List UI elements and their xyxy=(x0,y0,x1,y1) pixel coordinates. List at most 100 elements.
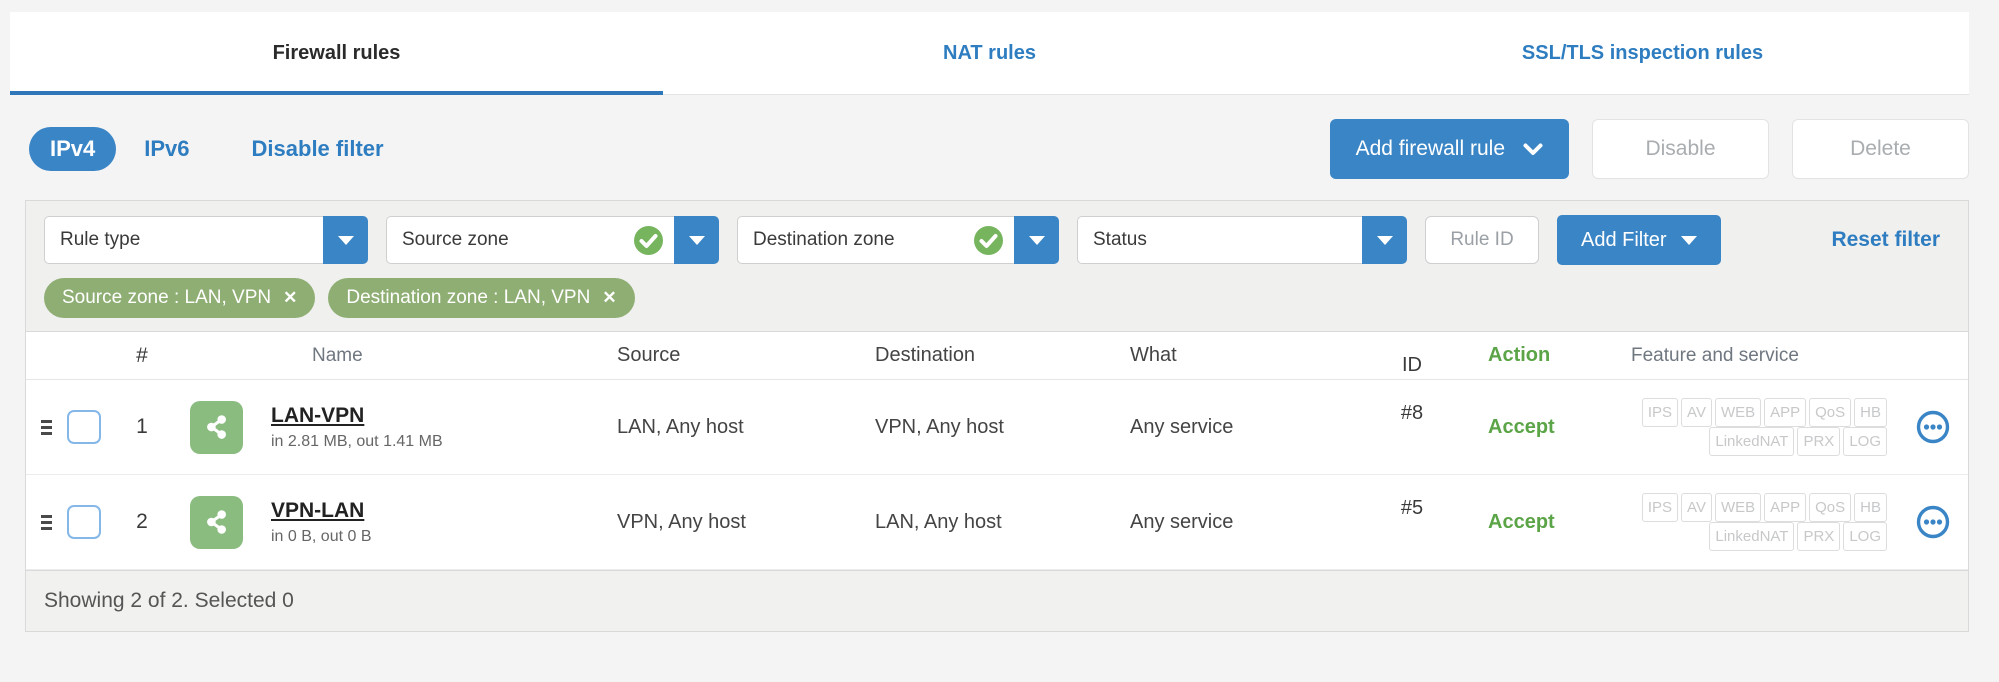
cell-action: Accept xyxy=(1488,510,1555,533)
remove-chip-icon[interactable]: ✕ xyxy=(602,288,616,308)
rule-type-field[interactable]: Rule type xyxy=(44,216,323,264)
check-circle-icon xyxy=(973,225,1004,256)
source-zone-dropdown[interactable]: Source zone xyxy=(386,216,719,264)
tab-ssl-tls-inspection-rules[interactable]: SSL/TLS inspection rules xyxy=(1316,12,1969,94)
cell-what: Any service xyxy=(1130,415,1234,438)
rule-traffic-stats: in 2.81 MB, out 1.41 MB xyxy=(271,432,443,450)
badge-log: LOG xyxy=(1843,522,1887,551)
cell-source: VPN, Any host xyxy=(617,510,746,533)
drag-handle-icon[interactable] xyxy=(26,514,56,530)
badge-log: LOG xyxy=(1843,427,1887,456)
header-num: # xyxy=(136,343,148,367)
badge-qos: QoS xyxy=(1809,398,1852,427)
source-zone-dropdown-button[interactable] xyxy=(674,216,719,264)
tab-firewall-rules[interactable]: Firewall rules xyxy=(10,12,663,95)
chevron-down-icon xyxy=(688,235,705,245)
badge-hb: HB xyxy=(1854,398,1887,427)
destination-zone-field[interactable]: Destination zone xyxy=(737,216,1014,264)
header-what: What xyxy=(1130,344,1177,366)
reset-filter-link[interactable]: Reset filter xyxy=(1831,228,1940,252)
row-checkbox[interactable] xyxy=(67,505,101,539)
share-network-icon[interactable] xyxy=(190,495,243,549)
table-footer: Showing 2 of 2. Selected 0 xyxy=(26,570,1968,631)
rule-tabs: Firewall rules NAT rules SSL/TLS inspect… xyxy=(10,12,1969,95)
badge-av: AV xyxy=(1681,398,1712,427)
chevron-down-icon xyxy=(1523,143,1543,156)
chevron-down-icon xyxy=(1028,235,1045,245)
chip-source-zone[interactable]: Source zone : LAN, VPN ✕ xyxy=(44,278,316,318)
rule-type-dropdown[interactable]: Rule type xyxy=(44,216,368,264)
cell-source: LAN, Any host xyxy=(617,415,744,438)
badge-av: AV xyxy=(1681,493,1712,522)
add-filter-button[interactable]: Add Filter xyxy=(1557,215,1721,265)
status-dropdown[interactable]: Status xyxy=(1077,216,1407,264)
badge-app: APP xyxy=(1764,398,1807,427)
cell-rule-id: #8 xyxy=(1400,402,1424,424)
badge-linkednat: LinkedNAT xyxy=(1709,427,1795,456)
row-menu-ellipsis-icon[interactable] xyxy=(1916,505,1950,539)
header-id: ID xyxy=(1402,354,1422,376)
chevron-down-icon xyxy=(1680,235,1697,245)
filter-area: Rule type Source zone Destination zone S… xyxy=(26,201,1968,332)
filter-row: Rule type Source zone Destination zone S… xyxy=(44,215,1950,265)
badge-app: APP xyxy=(1764,493,1807,522)
row-menu-ellipsis-icon[interactable] xyxy=(1916,410,1950,444)
active-filter-chips: Source zone : LAN, VPN ✕ Destination zon… xyxy=(44,278,1950,318)
badge-ips: IPS xyxy=(1641,493,1679,522)
status-label: Status xyxy=(1093,229,1147,250)
cell-destination: VPN, Any host xyxy=(875,415,1004,438)
status-field[interactable]: Status xyxy=(1077,216,1362,264)
destination-zone-dropdown-button[interactable] xyxy=(1014,216,1059,264)
row-checkbox[interactable] xyxy=(67,410,101,444)
check-circle-icon xyxy=(633,225,664,256)
rule-name-link[interactable]: LAN-VPN xyxy=(271,404,364,428)
chevron-down-icon xyxy=(337,235,354,245)
source-zone-label: Source zone xyxy=(402,229,509,250)
chip-destination-zone[interactable]: Destination zone : LAN, VPN ✕ xyxy=(328,278,635,318)
rule-id-input[interactable] xyxy=(1425,216,1539,264)
share-network-icon[interactable] xyxy=(190,400,243,454)
rule-traffic-stats: in 0 B, out 0 B xyxy=(271,527,372,545)
row-number: 2 xyxy=(136,510,148,533)
rule-type-dropdown-button[interactable] xyxy=(323,216,368,264)
cell-what: Any service xyxy=(1130,510,1234,533)
header-destination: Destination xyxy=(875,344,976,366)
add-firewall-rule-label: Add firewall rule xyxy=(1355,137,1505,160)
add-firewall-rule-button[interactable]: Add firewall rule xyxy=(1329,119,1569,179)
badge-linkednat: LinkedNAT xyxy=(1709,522,1795,551)
rule-type-label: Rule type xyxy=(60,229,141,250)
tab-nat-rules[interactable]: NAT rules xyxy=(663,12,1316,94)
destination-zone-dropdown[interactable]: Destination zone xyxy=(737,216,1059,264)
ipv4-toggle[interactable]: IPv4 xyxy=(29,127,117,171)
disable-button[interactable]: Disable xyxy=(1592,119,1769,179)
ipv6-toggle[interactable]: IPv6 xyxy=(144,136,189,162)
add-filter-label: Add Filter xyxy=(1581,228,1667,251)
header-feature-and-service: Feature and service xyxy=(1631,344,1799,366)
results-summary: Showing 2 of 2. Selected 0 xyxy=(44,589,294,612)
source-zone-field[interactable]: Source zone xyxy=(386,216,674,264)
delete-button[interactable]: Delete xyxy=(1792,119,1969,179)
rule-name-link[interactable]: VPN-LAN xyxy=(271,499,364,523)
toolbar: IPv4 IPv6 Disable filter Add firewall ru… xyxy=(0,118,1999,180)
badge-web: WEB xyxy=(1714,493,1762,522)
table-header-row: # Name Source Destination What ID Action… xyxy=(26,332,1968,380)
cell-rule-id: #5 xyxy=(1400,497,1424,519)
disable-filter-link[interactable]: Disable filter xyxy=(252,136,384,162)
feature-badges: IPS AV WEB APP QoS HB LinkedNAT PRX LOG xyxy=(1597,493,1897,551)
badge-prx: PRX xyxy=(1797,427,1841,456)
badge-hb: HB xyxy=(1854,493,1887,522)
status-dropdown-button[interactable] xyxy=(1362,216,1407,264)
table-row: 2 VPN-LAN in 0 B, out 0 B VPN, Any host … xyxy=(26,475,1968,570)
firewall-rules-panel: Rule type Source zone Destination zone S… xyxy=(25,200,1969,632)
badge-qos: QoS xyxy=(1809,493,1852,522)
destination-zone-label: Destination zone xyxy=(753,229,895,250)
chip-source-zone-label: Source zone : LAN, VPN xyxy=(62,287,272,308)
remove-chip-icon[interactable]: ✕ xyxy=(283,288,297,308)
header-action: Action xyxy=(1488,344,1551,366)
badge-ips: IPS xyxy=(1641,398,1679,427)
badge-web: WEB xyxy=(1714,398,1762,427)
cell-destination: LAN, Any host xyxy=(875,510,1002,533)
chevron-down-icon xyxy=(1376,235,1393,245)
header-source: Source xyxy=(617,344,681,366)
drag-handle-icon[interactable] xyxy=(26,419,56,435)
